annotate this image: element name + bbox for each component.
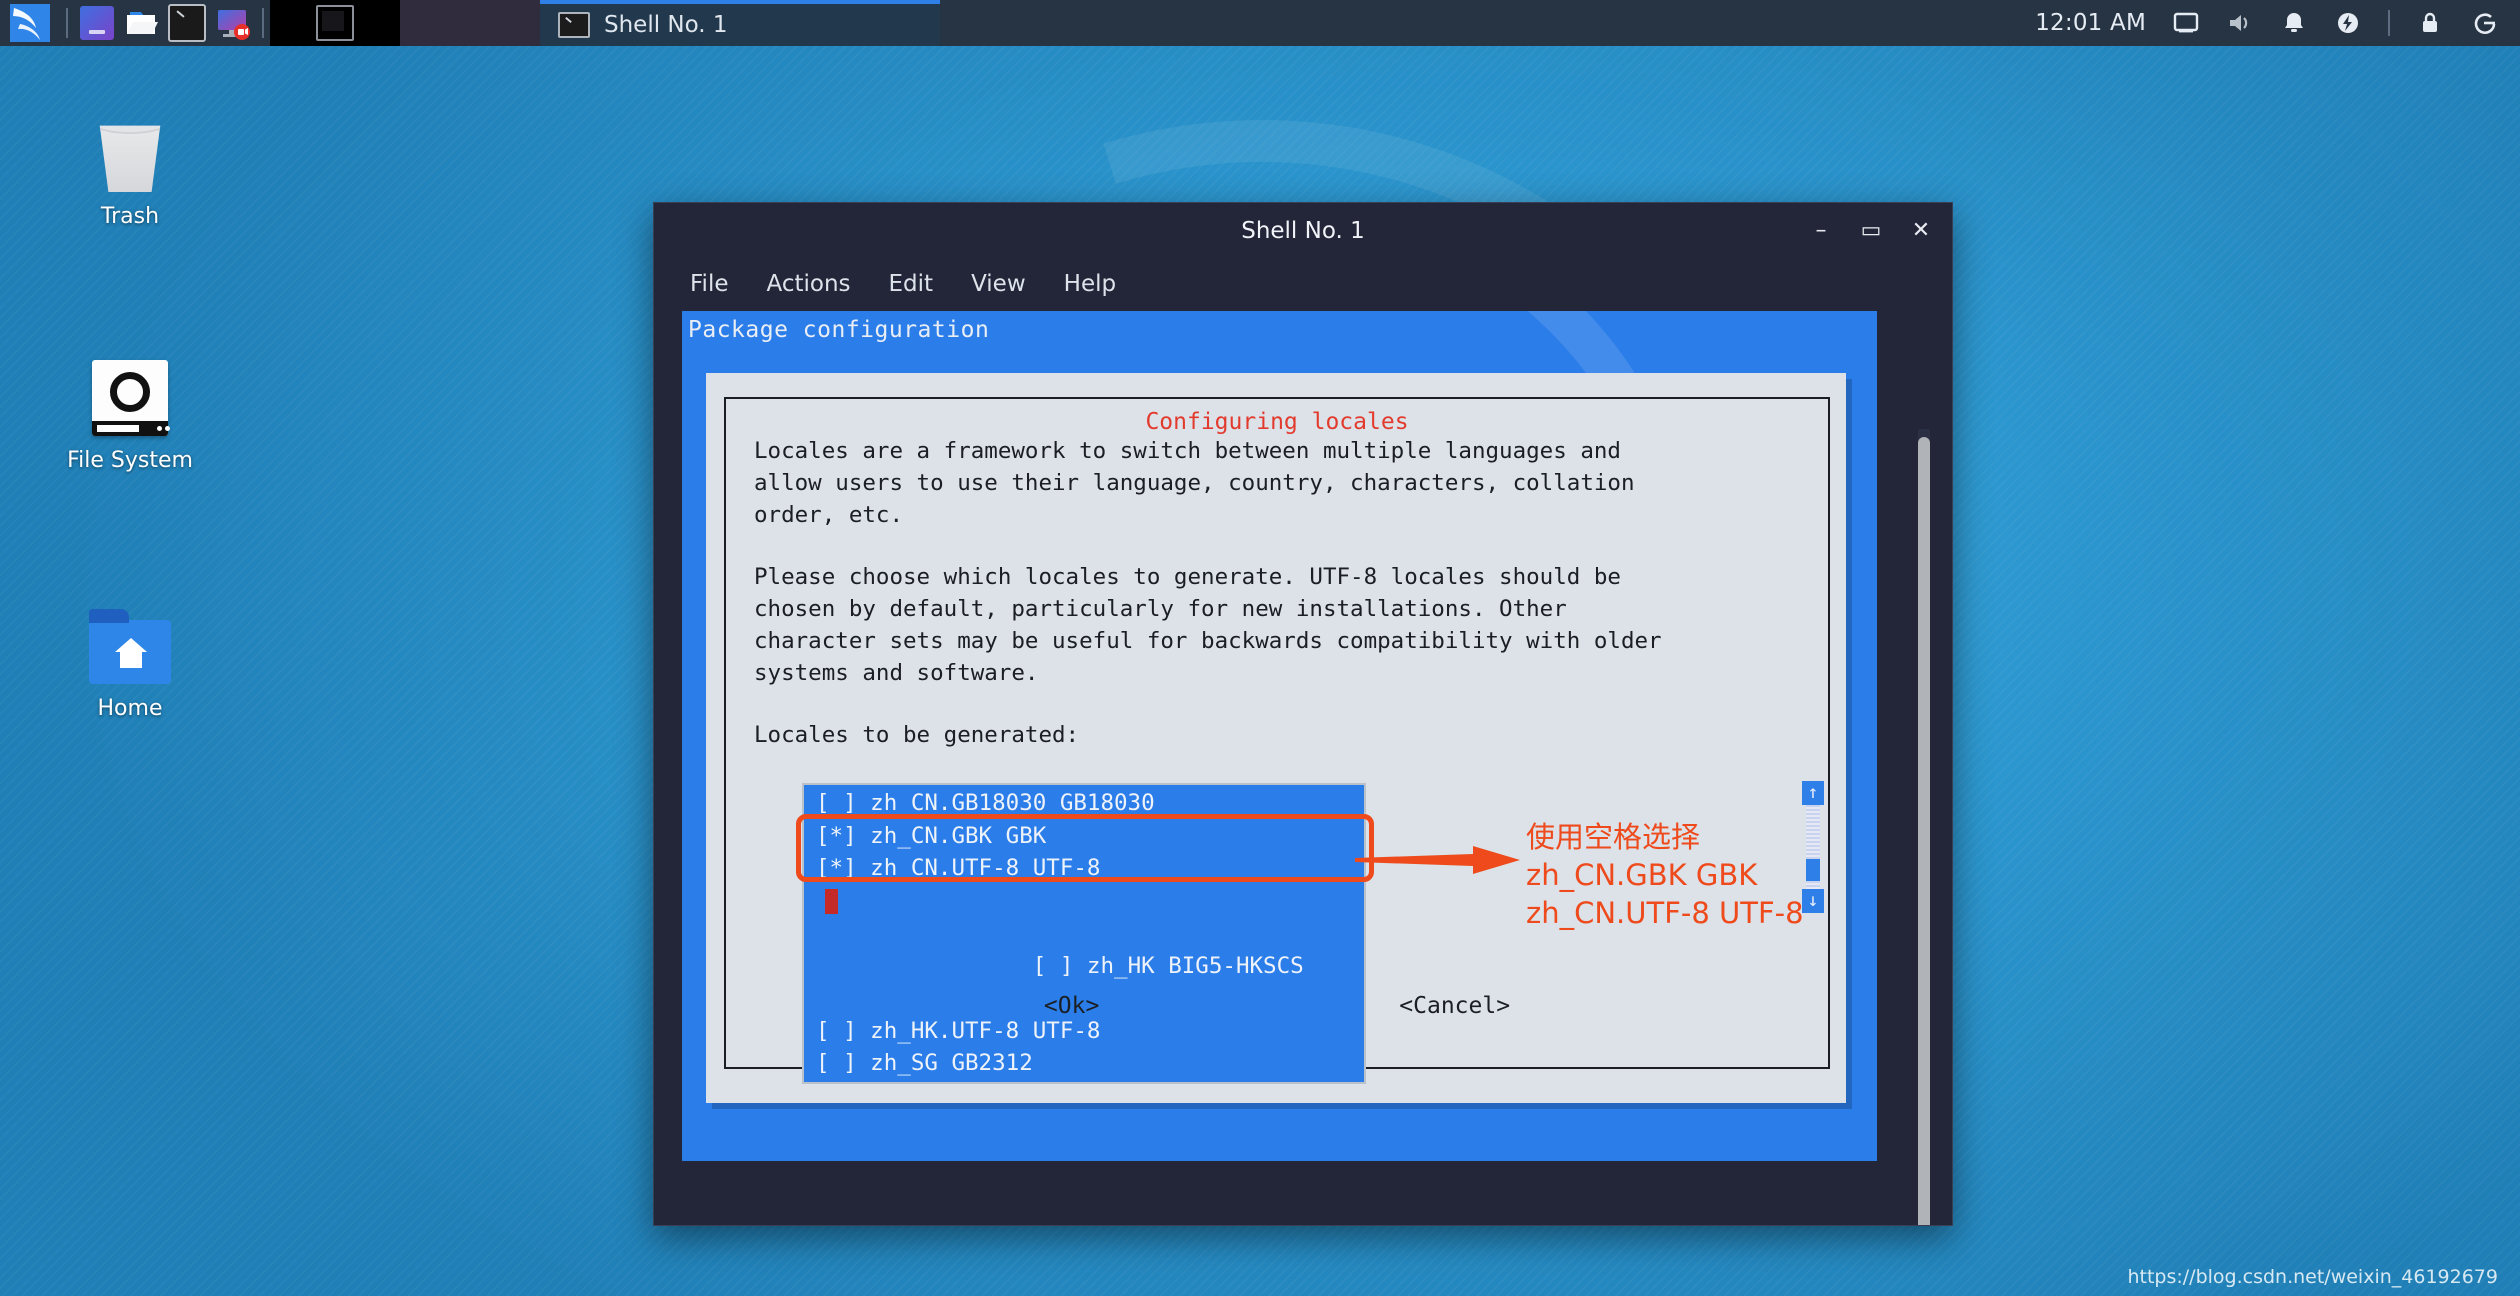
list-item[interactable]: [ ] zh_SG GB2312	[804, 1047, 1364, 1080]
taskbar-window-label: Shell No. 1	[604, 12, 728, 38]
scroll-up-arrow-icon[interactable]: ↑	[1802, 781, 1824, 805]
terminal-body: Package configuration Configuring locale…	[654, 309, 1952, 1225]
lock-icon[interactable]	[2416, 9, 2444, 37]
desktop-icon-trash-label: Trash	[100, 204, 160, 229]
launcher-file-manager[interactable]	[124, 6, 158, 40]
folder-icon	[127, 12, 158, 34]
display-icon[interactable]	[2172, 9, 2200, 37]
ok-button[interactable]: <Ok>	[1044, 993, 1099, 1019]
menu-help[interactable]: Help	[1050, 267, 1130, 301]
desktop-icon-home[interactable]: Home	[40, 580, 220, 721]
task-area: Shell No. 1	[270, 0, 940, 46]
trash-icon	[40, 88, 220, 192]
menu-view[interactable]: View	[957, 267, 1040, 301]
bell-icon[interactable]	[2280, 9, 2308, 37]
terminal-icon	[558, 12, 590, 38]
maximize-button[interactable]: ▭	[1858, 218, 1884, 244]
annotation-line-2: zh_CN.GBK GBK	[1526, 858, 1758, 892]
launcher-screen-recorder[interactable]	[216, 6, 250, 40]
menu-edit[interactable]: Edit	[875, 267, 948, 301]
annotation-line-1: 使用空格选择	[1526, 820, 1701, 854]
top-panel: Shell No. 1 12:01 AM	[0, 0, 2520, 46]
scroll-down-arrow-icon[interactable]: ↓	[1802, 889, 1824, 913]
desktop-screen: Shell No. 1 12:01 AM Trash File System H…	[0, 0, 2520, 1296]
kali-dragon-logo-icon	[10, 4, 50, 42]
watermark: https://blog.csdn.net/weixin_46192679	[2127, 1266, 2498, 1288]
panel-filler	[940, 0, 2036, 46]
locale-checklist[interactable]: [ ] zh_CN.GB18030 GB18030 [*] zh_CN.GBK …	[802, 783, 1366, 1084]
desktop-icon-home-label: Home	[97, 696, 163, 721]
package-configuration-title: Package configuration	[688, 317, 990, 343]
desktop-icon-file-system[interactable]: File System	[40, 332, 220, 473]
launcher-terminal[interactable]	[168, 4, 206, 42]
dialog-text-block: Locales are a framework to switch betwee…	[754, 435, 1794, 751]
desktop-icon-file-system-label: File System	[67, 448, 193, 473]
list-item[interactable]: [ ] zh_CN.GB18030 GB18030	[804, 787, 1364, 820]
workspace-thumb	[316, 5, 354, 41]
dialog-legend: Configuring locales	[1131, 409, 1423, 435]
logout-icon[interactable]	[2470, 9, 2498, 37]
minimize-button[interactable]: –	[1808, 218, 1834, 244]
list-item[interactable]: [ ] zh_HK.UTF-8 UTF-8	[804, 1015, 1364, 1048]
dialog-paragraph-1: Locales are a framework to switch betwee…	[754, 438, 1635, 528]
clock[interactable]: 12:01 AM	[2035, 10, 2146, 36]
volume-icon[interactable]	[2226, 9, 2254, 37]
terminal-title: Shell No. 1	[1241, 218, 1365, 244]
desktop-icon-trash[interactable]: Trash	[40, 88, 220, 229]
launcher-web-browser[interactable]	[80, 6, 114, 40]
launcher-bar	[74, 0, 256, 46]
list-item-label: [ ] zh_HK BIG5-HKSCS	[1032, 952, 1304, 979]
menu-file[interactable]: File	[676, 267, 743, 301]
system-tray: 12:01 AM	[2035, 0, 2520, 46]
monitor-record-icon	[218, 10, 250, 40]
list-item[interactable]: [*] zh_CN.UTF-8 UTF-8	[804, 852, 1364, 885]
kali-dragon-logo[interactable]	[0, 0, 60, 46]
hard-drive-icon	[40, 332, 220, 436]
power-icon[interactable]	[2334, 9, 2362, 37]
terminal-menubar: File Actions Edit View Help	[654, 259, 1952, 309]
dialog-buttons: <Ok> <Cancel>	[726, 993, 1828, 1019]
list-item[interactable]: [*] zh_CN.GBK GBK	[804, 820, 1364, 853]
package-config-screen: Package configuration Configuring locale…	[682, 311, 1877, 1161]
close-button[interactable]: ✕	[1908, 218, 1934, 244]
configuring-locales-dialog: Configuring locales Locales are a framew…	[706, 373, 1846, 1103]
annotation-text: 使用空格选择 zh_CN.GBK GBK zh_CN.UTF-8 UTF-8	[1526, 818, 1804, 932]
dialog-paragraph-2: Please choose which locales to generate.…	[754, 564, 1662, 686]
annotation-line-3: zh_CN.UTF-8 UTF-8	[1526, 896, 1804, 930]
cancel-button[interactable]: <Cancel>	[1399, 993, 1510, 1019]
scrollbar-thumb[interactable]	[1806, 859, 1820, 881]
terminal-window: Shell No. 1 – ▭ ✕ File Actions Edit View…	[653, 202, 1953, 1226]
cursor-block	[825, 888, 838, 914]
workspace-switcher[interactable]	[270, 0, 400, 46]
dialog-frame: Configuring locales Locales are a framew…	[724, 397, 1830, 1084]
tray-separator	[2388, 10, 2390, 36]
annotation-arrow-icon	[1355, 846, 1520, 874]
taskbar-window-shell[interactable]: Shell No. 1	[540, 0, 940, 46]
menu-actions[interactable]: Actions	[753, 267, 865, 301]
terminal-titlebar[interactable]: Shell No. 1 – ▭ ✕	[654, 203, 1952, 259]
panel-separator-right	[262, 8, 264, 38]
home-folder-icon	[40, 580, 220, 684]
list-scrollbar[interactable]: ↑ ↓	[1802, 781, 1824, 913]
dialog-paragraph-3: Locales to be generated:	[754, 722, 1080, 748]
workspace-empty[interactable]	[400, 0, 540, 46]
terminal-scrollbar[interactable]	[1918, 429, 1930, 1225]
panel-separator-left	[66, 8, 68, 38]
window-controls: – ▭ ✕	[1808, 203, 1934, 259]
terminal-scrollbar-thumb[interactable]	[1918, 437, 1930, 1225]
